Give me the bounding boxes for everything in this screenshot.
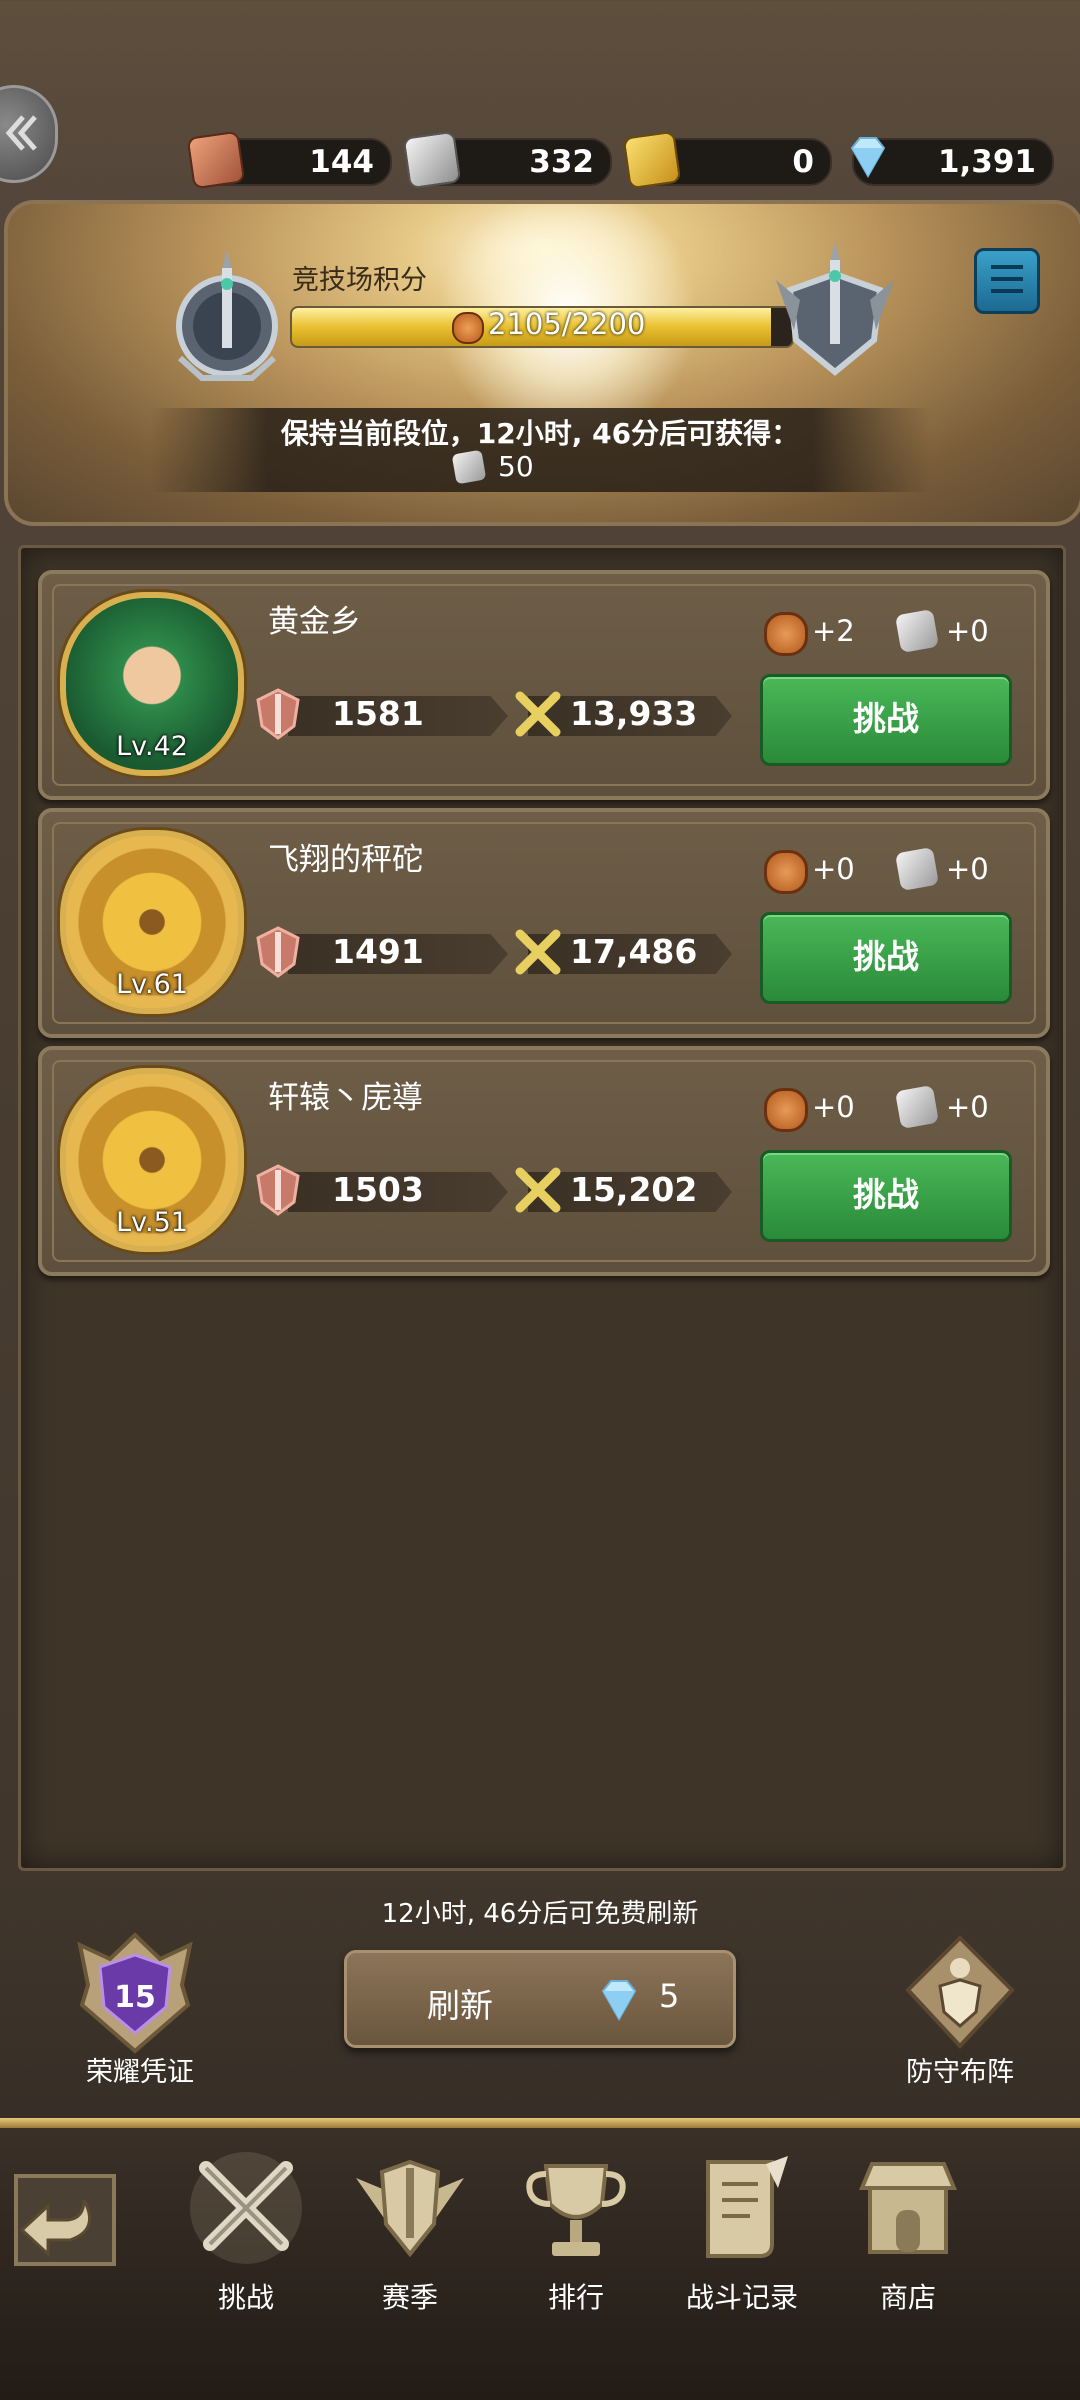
avatar[interactable]: Lv.51	[60, 1068, 244, 1252]
arena-score-value: 2105/2200	[488, 307, 646, 341]
opponent-name: 飞翔的秤砣	[268, 842, 423, 878]
opponent-power: 13,933	[570, 694, 698, 733]
diamond-icon	[601, 1980, 637, 2022]
bronze-gain: +0	[812, 852, 855, 886]
rank-points-icon	[256, 926, 300, 978]
bronze-gain: +2	[812, 614, 855, 648]
crossed-swords-icon	[190, 2152, 302, 2264]
shop-icon	[859, 2162, 957, 2254]
silver-token-icon	[894, 846, 940, 892]
back-arrow-icon	[14, 2174, 116, 2266]
opponent-name: 黄金乡	[268, 604, 361, 640]
tab-challenge[interactable]: 挑战	[166, 2148, 326, 2316]
rank-points-icon	[256, 1164, 300, 1216]
silver-gain: +0	[946, 1090, 989, 1124]
bronze-coin-icon	[764, 1088, 808, 1132]
tab-challenge-label: 挑战	[217, 2281, 274, 2314]
diamond-icon	[850, 137, 886, 179]
bronze-gain: +0	[812, 1090, 855, 1124]
currency-silver: 332	[402, 130, 612, 190]
rank-list-button[interactable]	[974, 248, 1040, 314]
next-rank-emblem-icon	[776, 242, 894, 376]
defense-formation-button[interactable]	[900, 1932, 1020, 2052]
bronze-coin-icon	[764, 612, 808, 656]
tab-battle-log[interactable]: 战斗记录	[662, 2148, 822, 2316]
defense-formation-icon	[905, 1935, 1015, 2049]
collapse-back-button[interactable]	[0, 85, 58, 183]
challenge-button[interactable]: 挑战	[760, 674, 1012, 766]
opponent-level: Lv.42	[116, 731, 188, 762]
silver-token-icon	[402, 130, 462, 190]
tab-battle-log-label: 战斗记录	[685, 2281, 798, 2314]
silver-token-icon	[894, 608, 940, 654]
honor-count: 15	[114, 1980, 156, 2015]
opponent-card: Lv.61 飞翔的秤砣 1491 17,486 +0 +0 挑战	[38, 808, 1050, 1038]
winged-shield-icon	[356, 2159, 464, 2258]
opponent-rank-points: 1491	[332, 932, 424, 971]
tab-season-label: 赛季	[381, 2281, 438, 2314]
combat-power-icon	[515, 691, 561, 737]
challenge-button[interactable]: 挑战	[760, 1150, 1012, 1242]
double-chevron-left-icon	[5, 115, 37, 151]
avatar[interactable]: Lv.42	[60, 592, 244, 776]
silver-gain: +0	[946, 852, 989, 886]
refresh-cost: 5	[659, 1977, 680, 2015]
currency-diamond-value: 1,391	[937, 144, 1036, 180]
bronze-coin-icon	[452, 312, 484, 344]
combat-power-icon	[515, 929, 561, 975]
tab-ranking-label: 排行	[547, 2281, 604, 2314]
opponent-name: 轩辕丶庑導	[268, 1080, 423, 1116]
tab-shop[interactable]: 商店	[828, 2148, 988, 2316]
silver-token-icon	[451, 449, 487, 485]
currency-bronze-value: 144	[309, 144, 374, 180]
trophy-icon	[526, 2164, 626, 2256]
currency-gold: 0	[622, 130, 832, 190]
nav-divider	[0, 2118, 1080, 2128]
currency-diamond: 1,391	[850, 137, 1054, 186]
tab-ranking[interactable]: 排行	[496, 2148, 656, 2316]
honor-badge-button[interactable]: 15	[70, 1925, 200, 2055]
defense-formation-label: 防守布阵	[906, 2057, 1014, 2088]
scroll-icon	[706, 2156, 788, 2258]
opponent-level: Lv.51	[116, 1207, 188, 1238]
combat-power-icon	[515, 1167, 561, 1213]
currency-silver-value: 332	[529, 144, 594, 180]
avatar[interactable]: Lv.61	[60, 830, 244, 1014]
opponent-level: Lv.61	[116, 969, 188, 1000]
currency-bronze: 144	[186, 130, 392, 190]
challenge-button[interactable]: 挑战	[760, 912, 1012, 1004]
silver-gain: +0	[946, 614, 989, 648]
opponent-power: 17,486	[570, 932, 698, 971]
opponent-rank-points: 1503	[332, 1170, 424, 1209]
opponent-card: Lv.42 黄金乡 1581 13,933 +2 +0 挑战	[38, 570, 1050, 800]
rank-points-icon	[256, 688, 300, 740]
tab-season[interactable]: 赛季	[330, 2148, 490, 2316]
honor-label: 荣耀凭证	[86, 2057, 194, 2088]
arena-score-label: 竞技场积分	[292, 265, 427, 296]
honor-badge-icon: 15	[77, 1932, 193, 2054]
silver-token-icon	[894, 1084, 940, 1130]
tab-shop-label: 商店	[879, 2281, 936, 2314]
refresh-label: 刷新	[427, 1986, 493, 2025]
opponent-card: Lv.51 轩辕丶庑導 1503 15,202 +0 +0 挑战	[38, 1046, 1050, 1276]
back-button[interactable]	[0, 2160, 130, 2280]
opponent-rank-points: 1581	[332, 694, 424, 733]
refresh-button[interactable]: 刷新 5	[344, 1950, 736, 2048]
keep-rank-reward-amount: 50	[498, 450, 534, 483]
current-rank-emblem-icon	[176, 250, 278, 381]
currency-gold-value: 0	[792, 144, 814, 180]
bronze-token-icon	[186, 130, 246, 190]
opponent-power: 15,202	[570, 1170, 698, 1209]
gold-token-icon	[622, 130, 682, 190]
keep-rank-text: 保持当前段位，12小时, 46分后可获得：	[280, 417, 800, 450]
bronze-coin-icon	[764, 850, 808, 894]
